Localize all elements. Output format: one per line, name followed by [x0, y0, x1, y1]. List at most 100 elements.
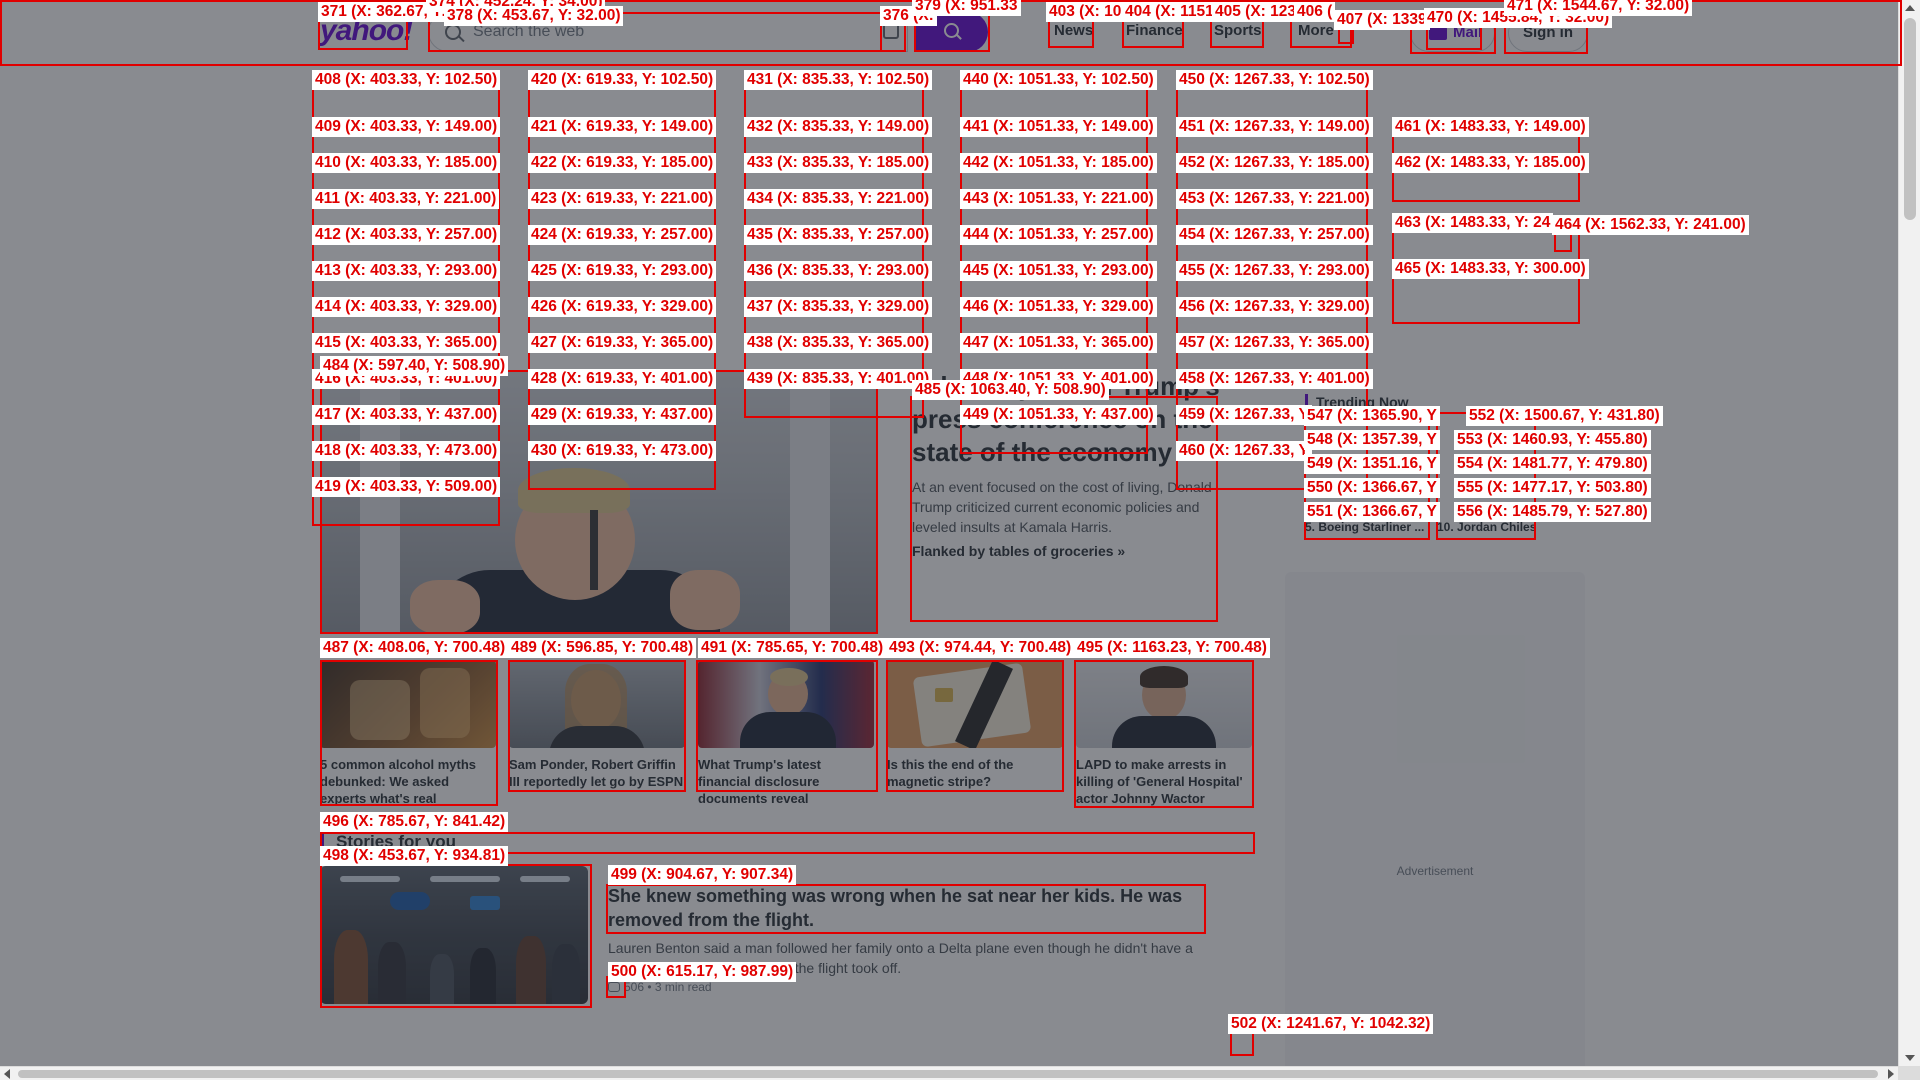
- annotation-label: 445 (X: 1051.33, Y: 293.00): [960, 261, 1157, 281]
- annotation-box: [1210, 18, 1264, 48]
- scroll-down-arrow-icon[interactable]: [1905, 1055, 1915, 1061]
- annotation-label: 496 (X: 785.67, Y: 841.42): [320, 812, 509, 832]
- annotation-label: 454 (X: 1267.33, Y: 257.00): [1176, 225, 1373, 245]
- scroll-left-arrow-icon[interactable]: [4, 1069, 10, 1079]
- annotation-label: 404 (X: 1151: [1122, 2, 1217, 22]
- annotation-label: 423 (X: 619.33, Y: 221.00): [528, 189, 717, 209]
- scrollbar-thumb[interactable]: [1904, 18, 1916, 220]
- annotation-label: 463 (X: 1483.33, Y: 24: [1392, 213, 1554, 233]
- annotation-box: [320, 660, 498, 806]
- annotation-label: 378 (X: 453.67, Y: 32.00): [444, 6, 624, 26]
- annotation-label: 455 (X: 1267.33, Y: 293.00): [1176, 261, 1373, 281]
- annotation-label: 499 (X: 904.67, Y: 907.34): [608, 865, 797, 885]
- annotation-label: 452 (X: 1267.33, Y: 185.00): [1176, 153, 1373, 173]
- annotation-label: 439 (X: 835.33, Y: 401.00): [744, 369, 933, 389]
- annotation-label: 484 (X: 597.40, Y: 508.90): [320, 356, 509, 376]
- annotation-box: [320, 864, 592, 1008]
- annotation-box: [508, 660, 686, 792]
- annotation-label: 554 (X: 1481.77, Y: 479.80): [1454, 454, 1651, 474]
- annotation-label: 412 (X: 403.33, Y: 257.00): [312, 225, 501, 245]
- annotation-label: 553 (X: 1460.93, Y: 455.80): [1454, 430, 1651, 450]
- annotation-label: 419 (X: 403.33, Y: 509.00): [312, 477, 501, 497]
- ad-label: Advertisement: [1396, 864, 1474, 878]
- annotation-label: 498 (X: 453.67, Y: 934.81): [320, 846, 509, 866]
- vertical-scrollbar[interactable]: [1898, 0, 1920, 1066]
- annotation-label: 549 (X: 1351.16, Y: [1304, 454, 1440, 474]
- annotation-label: 430 (X: 619.33, Y: 473.00): [528, 441, 717, 461]
- annotation-label: 405 (X: 123: [1212, 2, 1299, 22]
- annotation-label: 406 (: [1294, 2, 1336, 22]
- annotation-label: 447 (X: 1051.33, Y: 365.00): [960, 333, 1157, 353]
- annotation-label: 502 (X: 1241.67, Y: 1042.32): [1228, 1014, 1434, 1034]
- ad-slot: Advertisement: [1285, 572, 1585, 1072]
- annotation-label: 500 (X: 615.17, Y: 987.99): [608, 962, 797, 982]
- annotation-box: [1122, 18, 1184, 48]
- annotation-label: 489 (X: 596.85, Y: 700.48): [508, 638, 697, 658]
- annotation-label: 422 (X: 619.33, Y: 185.00): [528, 153, 717, 173]
- annotation-label: 436 (X: 835.33, Y: 293.00): [744, 261, 933, 281]
- annotation-label: 417 (X: 403.33, Y: 437.00): [312, 405, 501, 425]
- annotation-label: 465 (X: 1483.33, Y: 300.00): [1392, 259, 1589, 279]
- scroll-right-arrow-icon[interactable]: [1888, 1069, 1894, 1079]
- annotation-label: 415 (X: 403.33, Y: 365.00): [312, 333, 501, 353]
- annotation-label: 425 (X: 619.33, Y: 293.00): [528, 261, 717, 281]
- annotation-label: 410 (X: 403.33, Y: 185.00): [312, 153, 501, 173]
- annotation-label: 450 (X: 1267.33, Y: 102.50): [1176, 70, 1373, 90]
- annotation-label: 408 (X: 403.33, Y: 102.50): [312, 70, 501, 90]
- annotation-label: 379 (X: 951.33: [912, 0, 1021, 16]
- annotation-label: 471 (X: 1544.67, Y: 32.00): [1504, 0, 1693, 16]
- annotation-label: 414 (X: 403.33, Y: 329.00): [312, 297, 501, 317]
- annotation-label: 427 (X: 619.33, Y: 365.00): [528, 333, 717, 353]
- horizontal-scrollbar[interactable]: [0, 1066, 1898, 1080]
- read-time: 3 min read: [654, 980, 712, 994]
- annotation-box: [606, 884, 1206, 934]
- annotation-label: 458 (X: 1267.33, Y: 401.00): [1176, 369, 1373, 389]
- annotation-label: 491 (X: 785.65, Y: 700.48): [698, 638, 887, 658]
- annotation-box: [886, 660, 1064, 792]
- annotation-box: [1048, 18, 1094, 48]
- annotation-label: 449 (X: 1051.33, Y: 437.00): [960, 405, 1157, 425]
- annotation-label: 547 (X: 1365.90, Y: [1304, 406, 1440, 426]
- annotation-label: 495 (X: 1163.23, Y: 700.48): [1074, 638, 1270, 658]
- annotation-label: 413 (X: 403.33, Y: 293.00): [312, 261, 501, 281]
- annotation-label: 424 (X: 619.33, Y: 257.00): [528, 225, 717, 245]
- annotation-label: 440 (X: 1051.33, Y: 102.50): [960, 70, 1157, 90]
- annotation-label: 464 (X: 1562.33, Y: 241.00): [1552, 215, 1749, 235]
- annotation-box: [1074, 660, 1254, 808]
- annotation-label: 403 (X: 10: [1046, 2, 1125, 22]
- comment-count[interactable]: 506: [624, 980, 644, 994]
- annotation-label: 443 (X: 1051.33, Y: 221.00): [960, 189, 1157, 209]
- annotation-label: 485 (X: 1063.40, Y: 508.90): [912, 380, 1109, 400]
- annotation-label: 456 (X: 1267.33, Y: 329.00): [1176, 297, 1373, 317]
- annotation-label: 437 (X: 835.33, Y: 329.00): [744, 297, 933, 317]
- annotation-label: 551 (X: 1366.67, Y: [1304, 502, 1440, 522]
- scrollbar-corner: [1898, 1066, 1920, 1080]
- annotation-label: 556 (X: 1485.79, Y: 527.80): [1454, 502, 1651, 522]
- annotation-label: 493 (X: 974.44, Y: 700.48): [886, 638, 1075, 658]
- annotation-label: 552 (X: 1500.67, Y: 431.80): [1466, 406, 1663, 426]
- annotation-label: 451 (X: 1267.33, Y: 149.00): [1176, 117, 1373, 137]
- annotation-label: 438 (X: 835.33, Y: 365.00): [744, 333, 933, 353]
- annotation-label: 462 (X: 1483.33, Y: 185.00): [1392, 153, 1589, 173]
- annotation-label: 446 (X: 1051.33, Y: 329.00): [960, 297, 1157, 317]
- annotation-label: 431 (X: 835.33, Y: 102.50): [744, 70, 933, 90]
- annotation-label: 418 (X: 403.33, Y: 473.00): [312, 441, 501, 461]
- annotation-label: 550 (X: 1366.67, Y: [1304, 478, 1440, 498]
- annotation-label: 459 (X: 1267.33, Y: [1176, 405, 1312, 425]
- annotation-label: 428 (X: 619.33, Y: 401.00): [528, 369, 717, 389]
- annotation-label: 420 (X: 619.33, Y: 102.50): [528, 70, 717, 90]
- annotation-label: 453 (X: 1267.33, Y: 221.00): [1176, 189, 1373, 209]
- annotation-label: 434 (X: 835.33, Y: 221.00): [744, 189, 933, 209]
- annotation-label: 411 (X: 403.33, Y: 221.00): [312, 189, 500, 209]
- meta-separator: •: [644, 980, 655, 994]
- annotation-label: 409 (X: 403.33, Y: 149.00): [312, 117, 501, 137]
- scrollbar-thumb[interactable]: [18, 1070, 1878, 1078]
- annotation-label: 441 (X: 1051.33, Y: 149.00): [960, 117, 1157, 137]
- annotation-box: [910, 396, 1218, 622]
- scroll-up-arrow-icon[interactable]: [1905, 5, 1915, 11]
- annotation-label: 460 (X: 1267.33, Y: [1176, 441, 1312, 461]
- annotation-label: 421 (X: 619.33, Y: 149.00): [528, 117, 717, 137]
- annotation-label: 432 (X: 835.33, Y: 149.00): [744, 117, 933, 137]
- annotation-box: [696, 660, 878, 792]
- annotation-label: 457 (X: 1267.33, Y: 365.00): [1176, 333, 1373, 353]
